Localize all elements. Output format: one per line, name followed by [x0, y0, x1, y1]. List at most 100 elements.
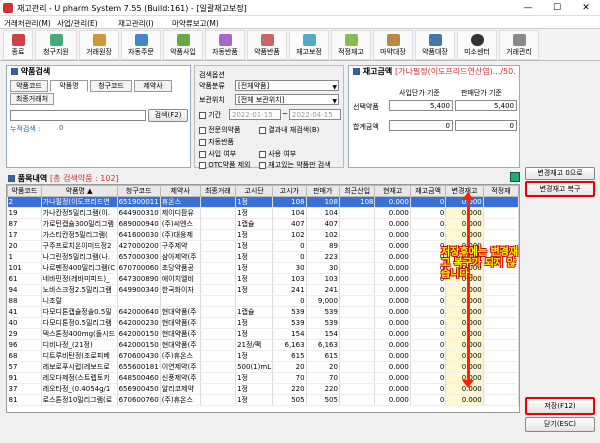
table-cell: 20: [306, 361, 340, 373]
category-select[interactable]: [전체약품] ▼: [235, 80, 339, 91]
column-header[interactable]: 최종거래: [199, 185, 237, 197]
column-header[interactable]: 제약사: [159, 185, 201, 197]
check-use[interactable]: 사용 여부: [259, 149, 296, 159]
table-cell: 1정: [235, 350, 274, 362]
excel-icon[interactable]: [510, 172, 520, 182]
table-cell: 89: [306, 240, 340, 252]
table-cell: 57: [7, 361, 42, 373]
table-row[interactable]: 19 가나칸정5밀리그램(이. 644900310 제이디팜유 1정 104 104 0.00…: [7, 207, 519, 219]
date-from-input[interactable]: 2022-01-15: [229, 109, 281, 120]
period-checkbox[interactable]: 기간: [199, 110, 221, 120]
toolbar-optimal-button[interactable]: 적정재고: [331, 30, 371, 60]
table-row[interactable]: 81 로스톤정10밀리그램(로 670600760 (주)휴온스 1정 505 505 0.0…: [7, 394, 519, 406]
table-row[interactable]: 87 가로틴캡슐300밀리그램 689000940 (주)씨엔스 1캡슐 407 407 0.…: [7, 218, 519, 230]
table-cell: 한국화이자: [160, 284, 201, 296]
table-cell: 0.000: [445, 295, 484, 307]
table-cell: 0.000: [374, 372, 411, 384]
tab-maker[interactable]: 제약사: [134, 80, 172, 92]
table-row[interactable]: 40 다모디톤정0.5밀리그램 642000230 현대약품(주 1정 539 539 0.0…: [7, 317, 519, 329]
check-research[interactable]: 결과내 재검색(B): [259, 125, 319, 135]
table-cell: 108: [272, 196, 307, 208]
restore-stock-button[interactable]: 변경재고 복구: [525, 181, 595, 197]
column-header[interactable]: 청구코드: [116, 185, 161, 197]
column-header[interactable]: 약품명 ▲: [40, 185, 118, 197]
save-button[interactable]: 저장(F12): [525, 397, 595, 415]
toolbar-narcotic-button[interactable]: 마약대장: [373, 30, 413, 60]
tab-drug-name[interactable]: 약품명: [50, 80, 88, 92]
toolbar-drugreturn-button[interactable]: 약품반품: [247, 30, 287, 60]
table-cell: 0.000: [374, 328, 411, 340]
table-cell: 0.000: [374, 306, 411, 318]
table-row[interactable]: 96 디비나정_(21정) 642000150 현대약품(주 21정/팩 6,163 6,1…: [7, 339, 519, 351]
search-input[interactable]: [10, 110, 146, 121]
tab-drug-code[interactable]: 약품코드: [10, 80, 48, 92]
close-button[interactable]: 닫기(ESC): [525, 417, 595, 432]
toolbar-exit-button[interactable]: 종료: [3, 30, 33, 60]
table-cell: 0.000: [374, 207, 411, 219]
table-row[interactable]: 29 덱스톤정400mg(돌시드 642000150 현대약품(주 1정 154 154 0.…: [7, 328, 519, 340]
table-cell: 1정: [235, 229, 274, 241]
menu-stock[interactable]: 재고관리(I): [118, 18, 154, 29]
table-row[interactable]: 17 가스티칸정5밀리그램(641600030 (주)대웅제 1정 102 102 0.00…: [7, 229, 519, 241]
column-header[interactable]: 고시가: [272, 185, 307, 197]
table-cell: 0.000: [445, 317, 484, 329]
table-cell: 0.000: [374, 361, 411, 373]
table-cell: (주)휴온스: [160, 350, 201, 362]
table-row[interactable]: 91 레오다제정(스트렙토키 648500460 신풍제약(주 1정 70 70 0.000 0…: [7, 372, 519, 384]
table-row[interactable]: 88 니조랄 0 9,000 0.000 0 0.000: [7, 295, 519, 307]
table-cell: 505: [306, 394, 340, 406]
column-header[interactable]: 최근산입: [338, 185, 376, 197]
menu-business[interactable]: 사업/관리(E): [57, 18, 98, 29]
column-header[interactable]: 재고금액: [409, 185, 447, 197]
column-header[interactable]: 현재고: [374, 185, 411, 197]
maximize-button[interactable]: ☐: [543, 0, 571, 16]
toolbar-ledger-button[interactable]: 거래원장: [79, 30, 119, 60]
column-header[interactable]: 판매가: [305, 185, 340, 197]
check-autoreturn[interactable]: 자동반품: [199, 137, 234, 147]
toolbar-autoreturn-button[interactable]: 자동반품: [205, 30, 245, 60]
table-row[interactable]: 57 레보로푸시럽(레보드로 655600181 이연제약(주 500(1)mL 20 20…: [7, 361, 519, 373]
check-otc[interactable]: OTC약품 제외: [199, 160, 250, 170]
table-cell: [339, 306, 376, 318]
column-header[interactable]: 약품코드: [7, 185, 42, 197]
table-row[interactable]: 37 레오타정_(0.4054g/1 656900450 알리코제약 1정 220 220 0…: [7, 383, 519, 395]
column-header[interactable]: 고시단: [235, 185, 274, 197]
table-row[interactable]: 41 다모디톤캡슐정솔0.5밀 642000640 현대약품(주 1캡슐 539 539 0.…: [7, 306, 519, 318]
toolbar-drugledger-button[interactable]: 약품대장: [415, 30, 455, 60]
date-to-input[interactable]: 2022-04-15: [289, 109, 341, 120]
toolbar-trade-button[interactable]: 거래관리: [499, 30, 539, 60]
drug-return-icon: [260, 34, 274, 46]
tab-last-supplier[interactable]: 최종거래처: [10, 93, 54, 105]
table-cell: [200, 207, 237, 219]
location-select[interactable]: [전체 보관위치] ▼: [235, 94, 339, 105]
table-row[interactable]: 94 노바스크정2.5밀리그램 649900340 한국화이자 1정 241 241 0.00…: [7, 284, 519, 296]
menu-customer[interactable]: 거래처관리(M): [4, 18, 51, 29]
table-cell: 657000300: [117, 251, 161, 263]
table-row[interactable]: 68 디트루비탄정(조로피베 670600430 (주)휴온스 1정 615 615 0.00…: [7, 350, 519, 362]
zero-stock-button[interactable]: 변경재고 0으로: [525, 167, 595, 180]
table-cell: 670600760: [117, 394, 161, 406]
search-button[interactable]: 검색(F2): [148, 109, 188, 122]
tab-claim-code[interactable]: 청구코드: [90, 80, 132, 92]
menu-narcotics[interactable]: 마약류보고(M): [172, 18, 219, 29]
table-cell: 0.000: [445, 229, 484, 241]
table-row[interactable]: 2 가나필정(이도프리드연 651900011 휴온스 1정 108 108 108 0.000…: [7, 196, 519, 208]
check-purchase[interactable]: 사입 여부: [199, 149, 236, 159]
toolbar-purchase-button[interactable]: 약품사입: [163, 30, 203, 60]
table-cell: 1정: [235, 262, 274, 274]
check-prescription[interactable]: 전문의약품: [199, 125, 240, 135]
toolbar-misocenter-button[interactable]: 미소센터: [457, 30, 497, 60]
toolbar-adjust-button[interactable]: 재고보정: [289, 30, 329, 60]
arrow-down-icon: [462, 380, 474, 388]
drug-ledger-icon: [428, 34, 442, 46]
close-window-button[interactable]: ✕: [572, 0, 600, 16]
total-purchase-value: 0: [389, 120, 453, 131]
table-cell: [483, 295, 519, 307]
toolbar-claim-button[interactable]: 청구지원: [35, 30, 77, 60]
check-instock[interactable]: 재고있는 약품만 검색: [259, 160, 331, 170]
table-cell: 641600030: [117, 229, 161, 241]
toolbar-autoorder-button[interactable]: 자동주문: [121, 30, 161, 60]
minimize-button[interactable]: —: [514, 0, 542, 16]
column-header[interactable]: 적정재: [482, 185, 519, 197]
table-cell: 레오다제정(스트렙토키: [41, 372, 118, 384]
